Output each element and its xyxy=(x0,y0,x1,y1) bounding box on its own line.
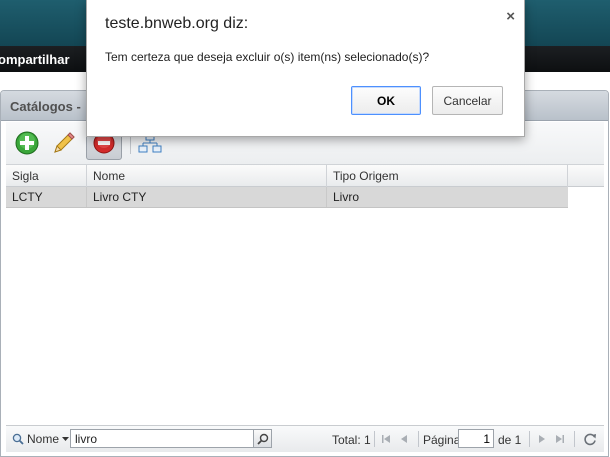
confirm-dialog: teste.bnweb.org diz: × Tem certeza que d… xyxy=(86,0,525,137)
catalog-grid: Sigla Nome Tipo Origem LCTY Livro CTY Li… xyxy=(6,164,604,426)
grid-footer: Nome Total: 1 Página de 1 xyxy=(6,425,604,452)
cancel-button[interactable]: Cancelar xyxy=(432,86,503,115)
search-input[interactable] xyxy=(70,429,254,448)
chevron-down-icon xyxy=(62,436,70,441)
cell-sigla: LCTY xyxy=(6,187,87,207)
pager-separator xyxy=(574,431,575,447)
pager-page-count: de 1 xyxy=(498,433,522,447)
search-button[interactable] xyxy=(254,429,272,448)
prev-page-button[interactable] xyxy=(396,431,412,447)
search-field-selector[interactable]: Nome xyxy=(12,432,70,446)
ok-button[interactable]: OK xyxy=(351,86,421,115)
first-page-icon xyxy=(382,435,390,443)
next-page-button[interactable] xyxy=(534,431,550,447)
dialog-title: teste.bnweb.org diz: xyxy=(105,15,249,32)
prev-page-icon xyxy=(401,435,407,443)
pager-separator xyxy=(374,431,375,447)
next-page-icon xyxy=(539,435,545,443)
cell-tipo-origem: Livro xyxy=(333,190,360,204)
first-page-button[interactable] xyxy=(378,431,394,447)
add-button[interactable] xyxy=(9,126,45,160)
column-header-tipo-origem[interactable]: Tipo Origem xyxy=(327,165,568,187)
column-header-nome[interactable]: Nome xyxy=(87,165,327,187)
panel-title: Catálogos - xyxy=(10,99,81,114)
edit-button[interactable] xyxy=(46,126,82,160)
page-number-input[interactable] xyxy=(458,429,494,448)
add-icon xyxy=(15,131,39,155)
pager-separator xyxy=(418,431,419,447)
close-icon[interactable]: × xyxy=(506,8,515,25)
last-page-button[interactable] xyxy=(552,431,568,447)
column-header-sigla[interactable]: Sigla xyxy=(6,165,87,187)
grid-header: Sigla Nome Tipo Origem xyxy=(6,164,604,187)
cell-nome: Livro CTY xyxy=(87,187,327,207)
edit-pencil-icon xyxy=(54,132,75,153)
search-icon xyxy=(12,433,24,445)
dialog-message: Tem certeza que deseja excluir o(s) item… xyxy=(105,50,430,64)
nav-item-compartilhar[interactable]: ompartilhar xyxy=(0,52,70,67)
table-row[interactable]: LCTY Livro CTY Livro xyxy=(6,187,568,208)
catalogos-panel: Catálogos - Sigla Nome Tipo Origem LCTY … xyxy=(0,90,609,457)
pager-total: Total: 1 xyxy=(332,433,371,447)
pager-separator xyxy=(529,431,530,447)
refresh-button[interactable] xyxy=(582,431,598,447)
last-page-icon xyxy=(556,435,564,443)
magnifier-icon xyxy=(256,433,268,445)
search-field-label: Nome xyxy=(27,432,60,446)
refresh-icon xyxy=(584,433,596,446)
pager-page-label: Página xyxy=(423,433,461,447)
